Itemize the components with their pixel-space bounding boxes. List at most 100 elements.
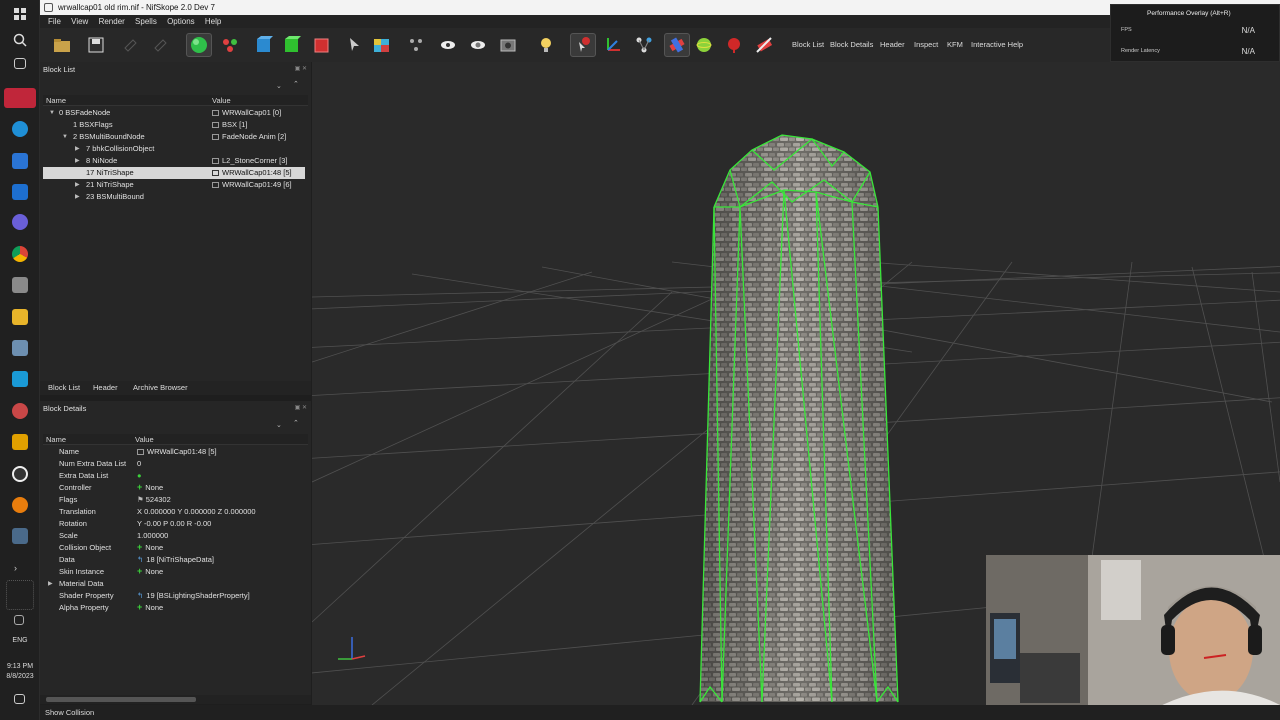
detail-row-translation[interactable]: Translation X 0.000000 Y 0.000000 Z 0.000… xyxy=(43,506,305,518)
menu-spells[interactable]: Spells xyxy=(135,15,157,28)
windows-start-icon[interactable] xyxy=(12,6,28,22)
hide-icon[interactable] xyxy=(754,36,774,54)
collapse-icon[interactable]: ⌄ xyxy=(276,421,282,429)
menu-view[interactable]: View xyxy=(71,15,88,28)
app-blue-icon[interactable] xyxy=(12,214,28,230)
menu-options[interactable]: Options xyxy=(167,15,195,28)
toolbar-kfm-button[interactable]: KFM xyxy=(947,40,963,50)
pick-icon[interactable] xyxy=(570,33,596,57)
detail-row-controller[interactable]: Controller + None xyxy=(43,482,305,494)
nifskope-icon[interactable] xyxy=(12,434,28,450)
tree-row-ninode[interactable]: ▶ 8 NiNode L2_StoneCorner [3] xyxy=(43,155,305,167)
task-view-icon[interactable] xyxy=(14,58,26,69)
collapsed-arrow-icon[interactable]: ▶ xyxy=(75,191,80,203)
tab-header[interactable]: Header xyxy=(93,383,118,392)
notification-icon[interactable] xyxy=(14,694,25,704)
menu-render[interactable]: Render xyxy=(99,15,125,28)
collapsed-arrow-icon[interactable]: ▶ xyxy=(75,155,80,167)
app-window-icon[interactable] xyxy=(12,528,28,544)
eye-alt-icon[interactable] xyxy=(468,36,488,54)
detail-row-material-data[interactable]: ▶ Material Data xyxy=(43,578,305,590)
col-value[interactable]: Value xyxy=(212,96,231,105)
tray-icons[interactable] xyxy=(6,580,34,610)
constraint-icon[interactable] xyxy=(664,33,690,57)
cube-red-icon[interactable] xyxy=(312,36,332,54)
obs-icon[interactable] xyxy=(12,466,28,482)
cube-blue-icon[interactable] xyxy=(254,36,274,54)
tab-block-list[interactable]: Block List xyxy=(48,383,80,392)
toolbar-block-details-button[interactable]: Block Details xyxy=(830,40,873,50)
eye-icon[interactable] xyxy=(438,36,458,54)
tree-row-bhkcollisionobject[interactable]: ▶ 7 bhkCollisionObject xyxy=(43,143,305,155)
toolbar-block-list-button[interactable]: Block List xyxy=(792,40,824,50)
tree-row-bsmultiboundnode[interactable]: ▼ 2 BSMultiBoundNode FadeNode Anim [2] xyxy=(43,131,305,143)
expand-icon[interactable]: ⌃ xyxy=(293,80,299,88)
undo-icon[interactable] xyxy=(120,36,140,54)
snapshot-icon[interactable] xyxy=(498,36,518,54)
nodes-icon[interactable] xyxy=(634,36,654,54)
molecule-icon[interactable] xyxy=(220,36,240,54)
tool-icon[interactable] xyxy=(12,277,28,293)
status-show-collision[interactable]: Show Collision xyxy=(45,708,94,717)
texture-cube-icon[interactable] xyxy=(372,36,392,54)
detail-row-name[interactable]: Name WRWallCap01:48 [5] xyxy=(43,446,305,458)
tower-mesh[interactable] xyxy=(700,135,898,702)
record-app-icon[interactable] xyxy=(4,88,36,108)
pen-icon[interactable] xyxy=(14,615,24,625)
detail-row-skin-instance[interactable]: Skin Instance + None xyxy=(43,566,305,578)
tree-row-nitrishape-selected[interactable]: 17 NiTriShape WRWallCap01:48 [5] xyxy=(43,167,305,179)
dock-float-close-icon[interactable]: ▣ ✕ xyxy=(295,65,307,72)
detail-row-collision-object[interactable]: Collision Object + None xyxy=(43,542,305,554)
col-name[interactable]: Name xyxy=(46,435,66,444)
open-folder-icon[interactable] xyxy=(52,36,72,54)
collapse-icon[interactable]: ⌄ xyxy=(276,82,282,90)
app-red-icon[interactable] xyxy=(12,403,28,419)
toolbar-interactive-help-button[interactable]: Interactive Help xyxy=(971,40,1023,50)
detail-row-alpha-property[interactable]: Alpha Property + None xyxy=(43,602,305,614)
language-indicator[interactable]: ENG xyxy=(0,636,40,645)
dock-float-close-icon[interactable]: ▣ ✕ xyxy=(295,404,307,411)
expand-icon[interactable]: ⌃ xyxy=(293,419,299,427)
tab-archive-browser[interactable]: Archive Browser xyxy=(133,383,188,392)
clock-time[interactable]: 9:13 PM xyxy=(0,662,40,671)
toolbar-header-button[interactable]: Header xyxy=(880,40,905,50)
col-name[interactable]: Name xyxy=(46,96,66,105)
cursor-icon[interactable] xyxy=(344,36,364,54)
col-value[interactable]: Value xyxy=(135,435,154,444)
scrollbar-thumb[interactable] xyxy=(46,697,196,702)
app-cyan-icon[interactable] xyxy=(12,371,28,387)
detail-row-data[interactable]: Data ↰ 18 [NiTriShapeData] xyxy=(43,554,305,566)
collapsed-arrow-icon[interactable]: ▶ xyxy=(75,143,80,155)
vertices-icon[interactable] xyxy=(406,36,426,54)
cube-green-icon[interactable] xyxy=(282,36,302,54)
app-gray-icon[interactable] xyxy=(12,340,28,356)
light-bulb-icon[interactable] xyxy=(536,36,556,54)
detail-row-shader-property[interactable]: Shader Property ↰ 19 [BSLightingShaderProp… xyxy=(43,590,305,602)
detail-row-rotation[interactable]: Rotation Y -0.00 P 0.00 R -0.00 xyxy=(43,518,305,530)
detail-row-scale[interactable]: Scale 1.000000 xyxy=(43,530,305,542)
store-icon[interactable] xyxy=(12,153,28,169)
save-icon[interactable] xyxy=(86,36,106,54)
menu-help[interactable]: Help xyxy=(205,15,221,28)
toolbar-inspect-button[interactable]: Inspect xyxy=(914,40,938,50)
folder-icon[interactable] xyxy=(12,309,28,325)
clock-date[interactable]: 8/8/2023 xyxy=(0,672,40,681)
globe-icon[interactable] xyxy=(186,33,212,57)
search-icon[interactable] xyxy=(12,32,28,48)
mail-icon[interactable] xyxy=(12,184,28,200)
collapsed-arrow-icon[interactable]: ▶ xyxy=(75,179,80,191)
marker-icon[interactable] xyxy=(724,36,744,54)
chevron-up-icon[interactable]: › xyxy=(14,563,30,579)
menu-file[interactable]: File xyxy=(48,15,61,28)
tree-row-bsfadenode[interactable]: ▼ 0 BSFadeNode WRWallCap01 [0] xyxy=(43,107,305,119)
expanded-arrow-icon[interactable]: ▼ xyxy=(49,107,55,119)
expanded-arrow-icon[interactable]: ▼ xyxy=(62,131,68,143)
detail-row-num-extra-data[interactable]: Num Extra Data List 0 xyxy=(43,458,305,470)
tree-row-bsmultibound[interactable]: ▶ 23 BSMultiBound xyxy=(43,191,305,203)
collapsed-arrow-icon[interactable]: ▶ xyxy=(48,578,53,590)
detail-row-flags[interactable]: Flags ⚑ 524302 xyxy=(43,494,305,506)
axes-icon[interactable] xyxy=(604,36,624,54)
chrome-icon[interactable] xyxy=(12,246,28,262)
edge-icon[interactable] xyxy=(12,121,28,137)
blender-icon[interactable] xyxy=(12,497,28,513)
